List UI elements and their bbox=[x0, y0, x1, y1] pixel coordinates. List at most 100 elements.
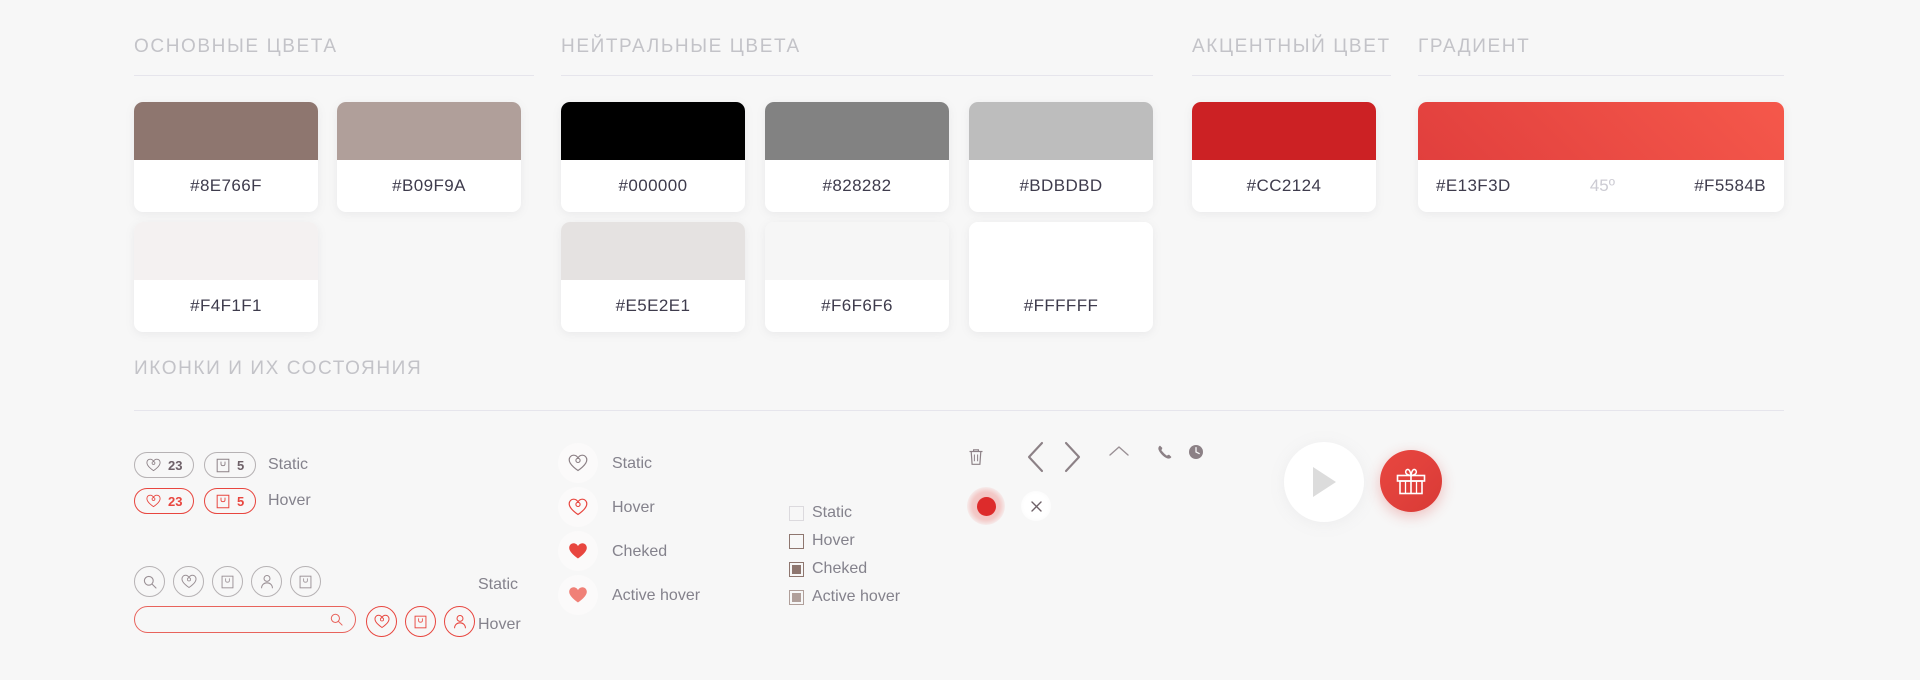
gradient-chip bbox=[1418, 102, 1784, 160]
like-count: 23 bbox=[168, 457, 183, 473]
bag-count: 5 bbox=[237, 493, 245, 509]
color-chip bbox=[561, 222, 745, 280]
color-hex-label: #000000 bbox=[618, 176, 688, 195]
section-title-accent-color: АКЦЕНТНЫЙ ЦВЕТ bbox=[1192, 36, 1391, 57]
color-hex-label: #CC2124 bbox=[1246, 176, 1322, 195]
search-field-hover[interactable] bbox=[134, 606, 356, 633]
color-hex-label: #BDBDBD bbox=[1019, 176, 1103, 195]
like-counter-pill-static[interactable]: 23 bbox=[134, 452, 195, 478]
heart-state-label-static: Static bbox=[612, 455, 653, 472]
swatch-card[interactable]: #B09F9A bbox=[337, 102, 521, 212]
radio-button-selected[interactable] bbox=[967, 487, 1005, 525]
heart-state-label-active-hover: Active hover bbox=[612, 587, 701, 604]
chevron-up-icon[interactable] bbox=[1108, 444, 1130, 458]
like-count: 23 bbox=[168, 493, 183, 509]
search-icon[interactable] bbox=[330, 613, 343, 626]
color-hex-label: #828282 bbox=[822, 176, 892, 195]
heart-icon bbox=[180, 574, 197, 589]
clock-icon[interactable] bbox=[1188, 444, 1204, 460]
chevron-left-icon[interactable] bbox=[1024, 440, 1048, 474]
heart-state-static[interactable] bbox=[558, 443, 598, 483]
radio-dot bbox=[976, 496, 996, 516]
checkbox-static[interactable] bbox=[789, 506, 804, 521]
toolbar-state-label-static: Static bbox=[478, 576, 519, 593]
checkbox-hover[interactable] bbox=[789, 534, 804, 549]
section-title-primary-colors: ОСНОВНЫЕ ЦВЕТА bbox=[134, 36, 338, 57]
gradient-swatch-card[interactable]: #E13F3D 45º #F5584B bbox=[1418, 102, 1784, 212]
gradient-to-hex: #F5584B bbox=[1694, 176, 1766, 195]
section-title-icons: ИКОНКИ И ИХ СОСТОЯНИЯ bbox=[134, 358, 423, 379]
swatch-card[interactable]: #F4F1F1 bbox=[134, 222, 318, 332]
gradient-from-hex: #E13F3D bbox=[1436, 176, 1511, 195]
favorites-circle-static[interactable] bbox=[173, 566, 204, 597]
checkbox-state-label-checked: Cheked bbox=[812, 560, 868, 577]
bag-counter-pill-hover[interactable]: 5 bbox=[204, 488, 257, 514]
bag-icon bbox=[414, 615, 427, 628]
section-rule-neutral bbox=[561, 75, 1153, 76]
heart-icon bbox=[569, 543, 587, 559]
color-chip bbox=[765, 102, 949, 160]
chevron-right-icon[interactable] bbox=[1060, 440, 1084, 474]
section-rule-primary bbox=[134, 75, 534, 76]
play-button[interactable] bbox=[1284, 442, 1364, 522]
person-icon bbox=[260, 574, 273, 589]
search-input[interactable] bbox=[147, 612, 330, 627]
heart-state-hover[interactable] bbox=[558, 487, 598, 527]
heart-state-label-checked: Cheked bbox=[612, 543, 668, 560]
swatch-card[interactable]: #CC2124 bbox=[1192, 102, 1376, 212]
toolbar-state-label-hover: Hover bbox=[478, 616, 521, 633]
style-guide-canvas: ОСНОВНЫЕ ЦВЕТА НЕЙТРАЛЬНЫЕ ЦВЕТА АКЦЕНТН… bbox=[0, 0, 1920, 680]
color-hex-label: #8E766F bbox=[190, 176, 262, 195]
color-chip bbox=[337, 102, 521, 160]
section-rule-gradient bbox=[1418, 75, 1784, 76]
search-circle-static[interactable] bbox=[134, 566, 165, 597]
bag-count: 5 bbox=[237, 457, 245, 473]
bag-icon bbox=[221, 575, 234, 588]
cart-circle-static-secondary[interactable] bbox=[290, 566, 321, 597]
checkbox-state-label-active-hover: Active hover bbox=[812, 588, 901, 605]
color-hex-label: #FFFFFF bbox=[1023, 296, 1099, 315]
checkbox-checked[interactable] bbox=[789, 562, 804, 577]
swatch-card[interactable]: #000000 bbox=[561, 102, 745, 212]
heart-state-active-hover[interactable] bbox=[558, 575, 598, 615]
checkbox-active-hover[interactable] bbox=[789, 590, 804, 605]
checkbox-state-label-static: Static bbox=[812, 504, 853, 521]
person-icon bbox=[453, 614, 466, 629]
swatch-card[interactable]: #F6F6F6 bbox=[765, 222, 949, 332]
like-counter-pill-hover[interactable]: 23 bbox=[134, 488, 195, 514]
cart-circle-static[interactable] bbox=[212, 566, 243, 597]
close-button[interactable] bbox=[1021, 491, 1051, 521]
search-icon bbox=[143, 575, 157, 589]
swatch-card[interactable]: #828282 bbox=[765, 102, 949, 212]
heart-icon bbox=[146, 458, 161, 472]
play-icon bbox=[1313, 467, 1336, 497]
cart-circle-hover[interactable] bbox=[405, 606, 436, 637]
trash-icon[interactable] bbox=[968, 448, 984, 466]
color-chip bbox=[561, 102, 745, 160]
color-chip bbox=[134, 222, 318, 280]
swatch-card[interactable]: #BDBDBD bbox=[969, 102, 1153, 212]
account-circle-hover[interactable] bbox=[444, 606, 475, 637]
section-rule-icons bbox=[134, 410, 1784, 411]
section-title-neutral-colors: НЕЙТРАЛЬНЫЕ ЦВЕТА bbox=[561, 36, 801, 57]
color-chip bbox=[1192, 102, 1376, 160]
bag-counter-pill-static[interactable]: 5 bbox=[204, 452, 257, 478]
swatch-card[interactable]: #E5E2E1 bbox=[561, 222, 745, 332]
swatch-card[interactable]: #8E766F bbox=[134, 102, 318, 212]
color-hex-label: #B09F9A bbox=[392, 176, 466, 195]
account-circle-static[interactable] bbox=[251, 566, 282, 597]
heart-icon bbox=[568, 498, 588, 516]
color-chip bbox=[969, 222, 1153, 280]
heart-icon bbox=[146, 494, 161, 508]
counter-state-label-static: Static bbox=[268, 456, 309, 473]
counter-state-label-hover: Hover bbox=[268, 492, 311, 509]
color-hex-label: #F6F6F6 bbox=[821, 296, 893, 315]
swatch-card[interactable]: #FFFFFF bbox=[969, 222, 1153, 332]
favorites-circle-hover[interactable] bbox=[366, 606, 397, 637]
gift-button[interactable] bbox=[1380, 450, 1442, 512]
color-hex-label: #F4F1F1 bbox=[190, 296, 262, 315]
section-title-gradient: ГРАДИЕНТ bbox=[1418, 36, 1531, 57]
heart-state-checked[interactable] bbox=[558, 531, 598, 571]
heart-icon bbox=[373, 614, 390, 629]
phone-icon[interactable] bbox=[1157, 444, 1173, 460]
